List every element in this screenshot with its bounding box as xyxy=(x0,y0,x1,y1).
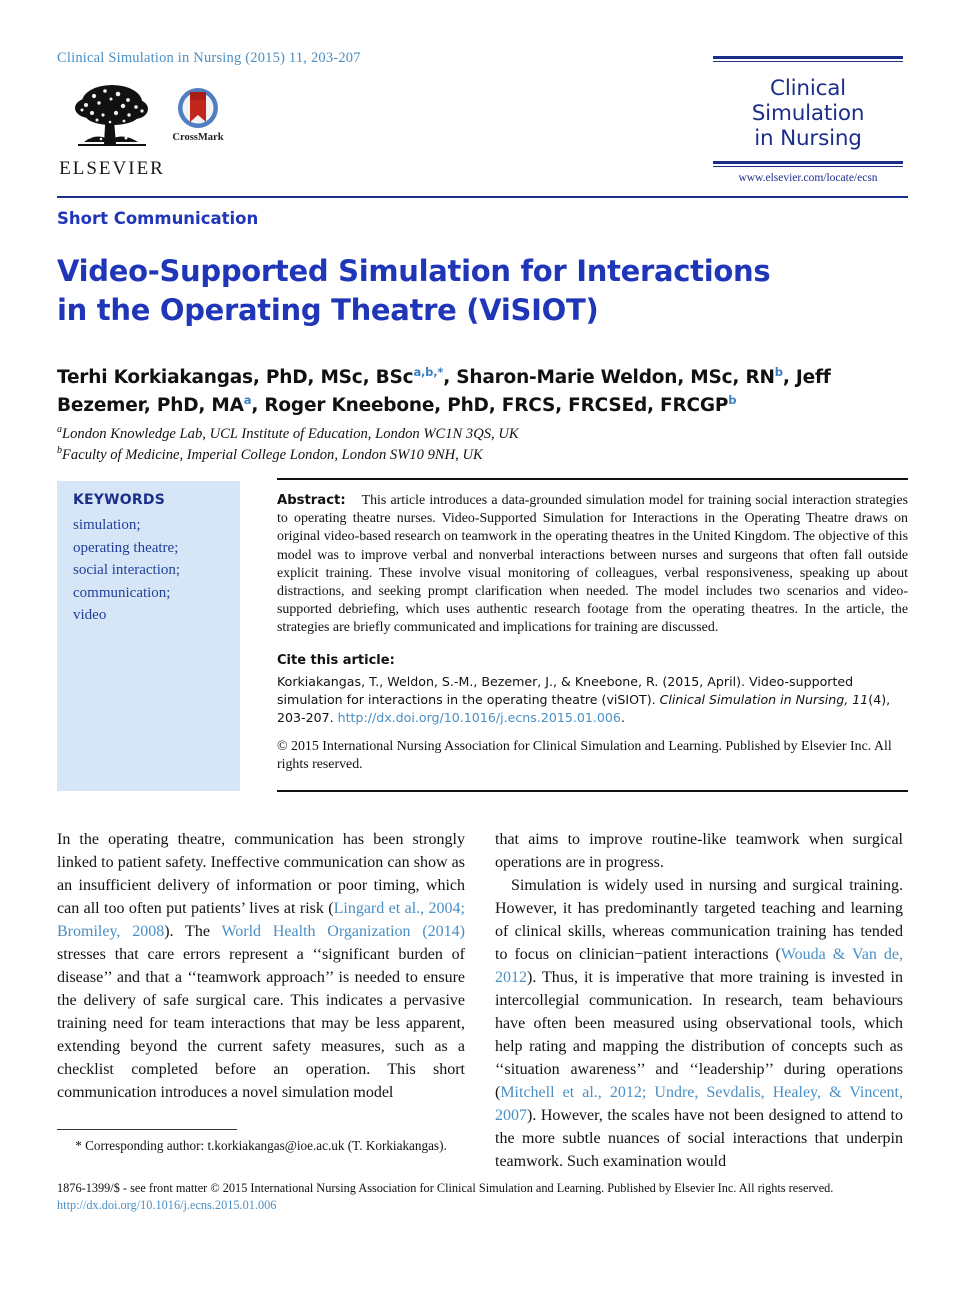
author-1-affiliation-marker: a,b,* xyxy=(413,364,444,379)
body-column-right: that aims to improve routine-like teamwo… xyxy=(495,828,903,1173)
corresponding-author-note: * Corresponding author: t.korkiakangas@i… xyxy=(57,1137,465,1155)
body-paragraph: In the operating theatre, communication … xyxy=(57,828,465,1104)
journal-logo: Clinical Simulation in Nursing www.elsev… xyxy=(713,56,903,184)
footnote-divider xyxy=(57,1129,237,1130)
author-4-name: , Roger Kneebone, PhD, FRCS, FRCSEd, FRC… xyxy=(251,395,729,417)
keyword-item: communication; xyxy=(73,584,171,601)
crossmark-badge: CrossMark xyxy=(166,86,230,143)
abstract-section: Abstract: This article introduces a data-… xyxy=(277,492,908,638)
keyword-item: simulation; xyxy=(73,517,141,533)
affiliation-a-text: London Knowledge Lab, UCL Institute of E… xyxy=(62,426,519,442)
keywords-heading: KEYWORDS xyxy=(73,492,165,508)
crossmark-label: CrossMark xyxy=(172,132,224,143)
citation-reference-link[interactable]: World Health Organization (2014) xyxy=(221,923,465,940)
footnote-suffix: (T. Korkiakangas). xyxy=(344,1138,447,1153)
abstract-label: Abstract: xyxy=(277,493,346,508)
journal-title-line1: Clinical Simulation xyxy=(751,76,865,127)
affiliation-b: bFaculty of Medicine, Imperial College L… xyxy=(57,445,847,466)
journal-title-line2: in Nursing xyxy=(754,126,862,152)
author-separator-2: , xyxy=(782,367,790,388)
crossmark-icon xyxy=(178,88,218,128)
body-text-segment: ). Thus, it is imperative that more trai… xyxy=(495,969,903,1102)
copyright-notice: © 2015 International Nursing Association… xyxy=(277,739,892,773)
elsevier-wordmark: ELSEVIER xyxy=(59,158,165,179)
author-1-name: Terhi Korkiakangas, PhD, MSc, BSc xyxy=(57,367,414,388)
article-title-line1: Video-Supported Simulation for Interacti… xyxy=(57,254,771,288)
journal-logo-top-rule xyxy=(713,56,903,62)
affiliation-b-text: Faculty of Medicine, Imperial College Lo… xyxy=(62,446,483,463)
keyword-item: video xyxy=(73,607,107,623)
cite-this-article: Cite this article: Korkiakangas, T., Weld… xyxy=(277,652,908,727)
body-text-segment: ). The xyxy=(164,923,222,941)
author-list: Terhi Korkiakangas, PhD, MSc, BSca,b,*, … xyxy=(57,364,847,420)
journal-article-page: Clinical Simulation in Nursing (2015) 11… xyxy=(0,0,960,1290)
author-4-affiliation-marker: b xyxy=(728,392,737,407)
body-column-left: In the operating theatre, communication … xyxy=(57,828,465,1104)
body-paragraph: that aims to improve routine-like teamwo… xyxy=(495,831,903,872)
abstract-top-rule xyxy=(277,478,908,480)
body-text-segment: ). However, the scales have not been des… xyxy=(495,1107,903,1171)
cite-heading: Cite this article: xyxy=(277,653,395,668)
citation-journal-name: Clinical Simulation in Nursing, 11 xyxy=(659,691,869,707)
article-title-line2: in the Operating Theatre (ViSIOT) xyxy=(57,293,599,328)
author-2-affiliation-marker: b xyxy=(774,364,783,379)
elsevier-tree-icon xyxy=(75,85,148,146)
abstract-bottom-rule xyxy=(277,790,908,792)
keywords-panel: KEYWORDS simulation; operating theatre; … xyxy=(57,481,240,791)
page-footer: 1876-1399/$ - see front matter © 2015 In… xyxy=(57,1180,908,1215)
author-separator-1: , Sharon-Marie Weldon, MSc, RN xyxy=(443,367,775,388)
page-title: Video-Supported Simulation for Interacti… xyxy=(57,252,797,331)
footer-front-matter: 1876-1399/$ - see front matter © 2015 In… xyxy=(57,1181,834,1195)
affiliation-list: aLondon Knowledge Lab, UCL Institute of … xyxy=(57,424,847,465)
journal-logo-bottom-rule xyxy=(713,161,903,168)
keywords-list: simulation; operating theatre; social in… xyxy=(73,514,180,627)
keyword-item: operating theatre; xyxy=(73,539,179,556)
running-head: Clinical Simulation in Nursing (2015) 11… xyxy=(57,50,361,66)
body-paragraph: Simulation is widely used in nursing and… xyxy=(495,874,903,1173)
footer-doi-link[interactable]: http://dx.doi.org/10.1016/j.ecns.2015.01… xyxy=(57,1197,908,1214)
article-type-label: Short Communication xyxy=(57,209,259,228)
corresponding-author-email[interactable]: t.korkiakangas@ioe.ac.uk xyxy=(207,1138,344,1153)
keyword-item: social interaction; xyxy=(73,562,181,578)
citation-doi-link[interactable]: http://dx.doi.org/10.1016/j.ecns.2015.01… xyxy=(338,710,621,725)
header-divider xyxy=(57,196,908,198)
affiliation-a: aLondon Knowledge Lab, UCL Institute of … xyxy=(57,424,847,445)
journal-url[interactable]: www.elsevier.com/locate/ecsn xyxy=(713,172,903,184)
footnote-marker: * Corresponding author: xyxy=(75,1138,205,1153)
elsevier-logo: ELSEVIER xyxy=(57,82,167,178)
citation-doi-period: . xyxy=(620,709,625,725)
abstract-text: This article introduces a data-grounded … xyxy=(277,493,908,636)
body-text-segment: stresses that care errors represent a ‘‘… xyxy=(57,946,465,1102)
